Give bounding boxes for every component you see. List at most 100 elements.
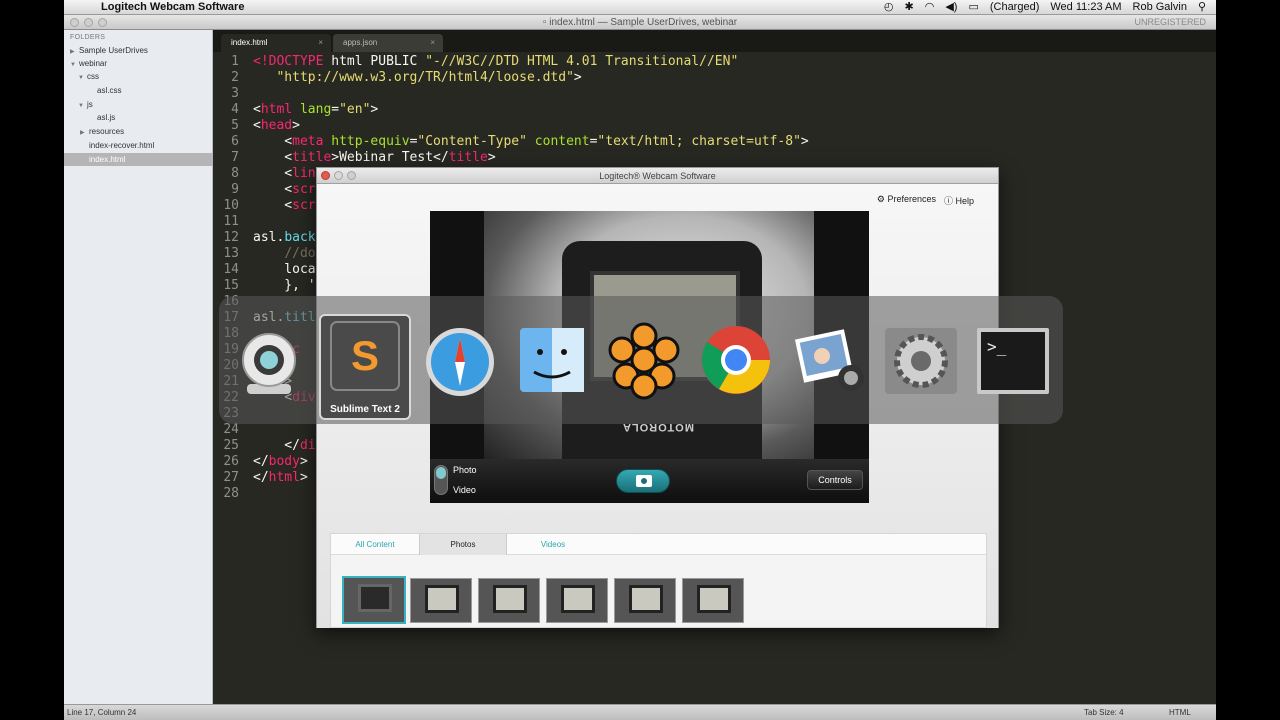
zoom-window-button[interactable] bbox=[347, 171, 356, 180]
tab-label: apps.json bbox=[343, 38, 378, 47]
gear-icon bbox=[885, 328, 957, 394]
gear-icon: ⚙ bbox=[876, 194, 888, 204]
minimize-window-button[interactable] bbox=[334, 171, 343, 180]
app-system-preferences[interactable] bbox=[877, 316, 965, 404]
gallery-thumbnail[interactable] bbox=[410, 578, 472, 623]
disclosure-right-icon[interactable]: ▶ bbox=[80, 127, 89, 140]
code-line: asl.back bbox=[253, 230, 316, 245]
thumb-image bbox=[358, 584, 392, 612]
code-line: "http://www.w3.org/TR/html4/loose.dtd"> bbox=[276, 70, 582, 85]
photo-video-toggle[interactable] bbox=[434, 465, 448, 495]
wifi-icon[interactable]: ◠ bbox=[925, 0, 935, 15]
minimize-window-button[interactable] bbox=[84, 18, 93, 27]
spotlight-icon[interactable]: ⚲ bbox=[1198, 0, 1206, 15]
preferences-label: Preferences bbox=[887, 194, 936, 204]
line-number: 13 bbox=[223, 246, 239, 261]
help-label: Help bbox=[955, 196, 974, 206]
sidebar-item-label: index-recover.html bbox=[89, 141, 155, 150]
sidebar-item-webinar[interactable]: ▼ webinar bbox=[70, 57, 210, 70]
sidebar-item-index-recover[interactable]: index-recover.html bbox=[89, 139, 209, 152]
sidebar-item-resources[interactable]: ▶ resources bbox=[80, 125, 210, 138]
zoom-window-button[interactable] bbox=[98, 18, 107, 27]
folder-sidebar: FOLDERS ▶ Sample UserDrives ▼ webinar ▼ css… bbox=[64, 30, 213, 704]
line-number: 7 bbox=[231, 150, 239, 165]
help-link[interactable]: ⓘ Help bbox=[944, 194, 974, 207]
tab-photos[interactable]: Photos bbox=[419, 534, 507, 555]
unregistered-label: UNREGISTERED bbox=[1134, 17, 1206, 27]
time-machine-icon[interactable]: ◴ bbox=[884, 0, 894, 15]
app-terminal[interactable]: >_ bbox=[969, 316, 1057, 404]
cursor-position: Line 17, Column 24 bbox=[67, 708, 137, 717]
tab-all-content[interactable]: All Content bbox=[331, 534, 419, 555]
close-tab-icon[interactable]: × bbox=[430, 34, 435, 52]
battery-icon[interactable]: ▭ bbox=[968, 0, 978, 15]
line-number: 9 bbox=[231, 182, 239, 197]
sidebar-item-label: resources bbox=[89, 127, 125, 136]
battery-status[interactable]: (Charged) bbox=[990, 0, 1040, 15]
menu-bar: Logitech Webcam Software ◴ ✱ ◠ ◀) ▭ (Cha… bbox=[64, 0, 1216, 15]
capture-button[interactable] bbox=[616, 469, 670, 493]
volume-icon[interactable]: ◀) bbox=[945, 0, 957, 15]
close-window-button[interactable] bbox=[321, 171, 330, 180]
sidebar-item-asl-js[interactable]: asl.js bbox=[97, 111, 207, 124]
mode-video-label[interactable]: Video bbox=[453, 485, 476, 495]
editor-window-title: index.html — Sample UserDrives, webinar bbox=[549, 17, 738, 28]
line-number: 14 bbox=[223, 262, 239, 277]
sidebar-item-js[interactable]: ▼ js bbox=[78, 98, 208, 111]
svg-text:>_: >_ bbox=[987, 337, 1007, 356]
close-tab-icon[interactable]: × bbox=[318, 34, 323, 52]
app-finder[interactable] bbox=[508, 316, 596, 404]
app-iphoto[interactable] bbox=[785, 316, 873, 404]
sidebar-item-label: css bbox=[87, 72, 99, 81]
clock[interactable]: Wed 11:23 AM bbox=[1050, 0, 1121, 15]
tab-index-html[interactable]: index.html × bbox=[221, 34, 331, 52]
sidebar-item-sample-userdrives[interactable]: ▶ Sample UserDrives bbox=[70, 44, 210, 57]
code-line: <lin bbox=[253, 166, 316, 181]
close-window-button[interactable] bbox=[70, 18, 79, 27]
viewer-controls: Photo Video Controls bbox=[430, 459, 869, 503]
preferences-link[interactable]: ⚙ Preferences bbox=[877, 194, 936, 207]
app-chrome[interactable] bbox=[692, 316, 780, 404]
gallery-thumbnail[interactable] bbox=[478, 578, 540, 623]
code-line: <html lang="en"> bbox=[253, 102, 379, 117]
disclosure-down-icon[interactable]: ▼ bbox=[78, 72, 87, 85]
code-line: </di bbox=[253, 438, 316, 453]
tab-videos[interactable]: Videos bbox=[509, 534, 597, 555]
sidebar-item-label: webinar bbox=[79, 59, 108, 68]
gallery: All Content Photos Videos bbox=[330, 533, 987, 628]
line-number: 24 bbox=[223, 422, 239, 437]
sidebar-item-asl-css[interactable]: asl.css bbox=[97, 84, 207, 97]
line-number: 10 bbox=[223, 198, 239, 213]
menu-app-name[interactable]: Logitech Webcam Software bbox=[101, 0, 244, 15]
disclosure-down-icon[interactable]: ▼ bbox=[78, 100, 87, 113]
mode-photo-label[interactable]: Photo bbox=[453, 465, 477, 475]
app-sublime-text[interactable]: S Sublime Text 2 bbox=[319, 314, 411, 420]
syntax-selector[interactable]: HTML bbox=[1169, 705, 1191, 720]
user-name[interactable]: Rob Galvin bbox=[1133, 0, 1187, 15]
iphoto-icon bbox=[794, 329, 864, 391]
desktop: Logitech Webcam Software ◴ ✱ ◠ ◀) ▭ (Cha… bbox=[64, 0, 1216, 720]
gallery-thumbnail[interactable] bbox=[682, 578, 744, 623]
toggle-knob[interactable] bbox=[436, 467, 446, 479]
bluetooth-icon[interactable]: ✱ bbox=[904, 0, 913, 15]
sidebar-item-label: asl.css bbox=[97, 86, 122, 95]
sidebar-item-label: index.html bbox=[89, 155, 126, 164]
gallery-thumbnail[interactable] bbox=[546, 578, 608, 623]
sidebar-item-css[interactable]: ▼ css bbox=[78, 70, 208, 83]
code-line: </body> bbox=[253, 454, 308, 469]
tab-apps-json[interactable]: apps.json × bbox=[333, 34, 443, 52]
terminal-icon: >_ bbox=[977, 328, 1049, 394]
app-switcher: S Sublime Text 2 >_ bbox=[219, 296, 1063, 424]
line-number: 27 bbox=[223, 470, 239, 485]
webcam-links: ⚙ Preferences ⓘ Help bbox=[877, 194, 974, 207]
gallery-thumbnail[interactable] bbox=[614, 578, 676, 623]
sidebar-item-index-html[interactable]: index.html bbox=[64, 153, 213, 166]
tab-size-selector[interactable]: Tab Size: 4 bbox=[1084, 705, 1124, 720]
app-safari[interactable] bbox=[416, 316, 504, 404]
app-photo-booth[interactable] bbox=[600, 316, 688, 404]
controls-button[interactable]: Controls bbox=[807, 470, 863, 490]
gallery-thumbnail[interactable] bbox=[342, 576, 406, 624]
code-line: loca bbox=[253, 262, 316, 277]
thumb-image bbox=[561, 585, 595, 613]
app-webcam[interactable] bbox=[225, 322, 313, 410]
